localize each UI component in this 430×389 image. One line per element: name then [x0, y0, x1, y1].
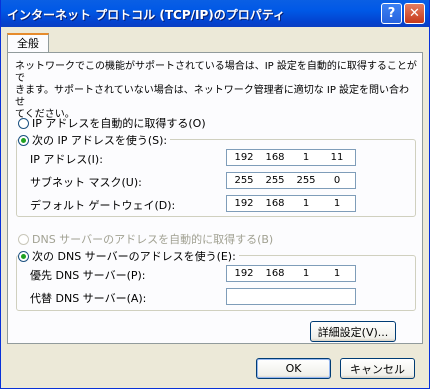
close-button[interactable]: ✕ — [404, 3, 425, 24]
radio-dns-manual-indicator — [18, 250, 29, 262]
alternate-dns-label: 代替 DNS サーバー(A): — [30, 292, 147, 305]
radio-dns-auto-label: DNS サーバーのアドレスを自動的に取得する(B) — [32, 233, 274, 246]
ok-button[interactable]: OK — [256, 358, 331, 379]
radio-dns-manual-label: 次の DNS サーバーのアドレスを使う(E): — [32, 250, 236, 263]
octet: 255 — [234, 175, 254, 186]
octet: 1 — [302, 198, 310, 209]
default-gateway-label: デフォルト ゲートウェイ(D): — [30, 199, 176, 212]
title-bar[interactable]: インターネット プロトコル (TCP/IP)のプロパティ ? ✕ — [1, 0, 429, 27]
octet: 255 — [265, 175, 285, 186]
radio-ip-auto-label: IP アドレスを自動的に取得する(O) — [32, 117, 206, 130]
tab-general[interactable]: 全般 — [7, 33, 49, 53]
octet: 168 — [265, 198, 285, 209]
octet: 192 — [234, 268, 254, 279]
octet: 1 — [333, 198, 341, 209]
subnet-mask-input[interactable]: 255 255 255 0 — [226, 172, 356, 189]
ip-address-input[interactable]: 192 168 1 11 — [226, 149, 356, 166]
advanced-button[interactable]: 詳細設定(V)... — [310, 321, 396, 342]
radio-dns-auto[interactable]: DNS サーバーのアドレスを自動的に取得する(B) — [18, 231, 273, 247]
octet: 0 — [333, 175, 341, 186]
description-text: ネットワークでこの機能がサポートされている場合は、IP 設定を自動的に取得するこ… — [15, 61, 417, 120]
radio-dns-auto-indicator — [18, 233, 29, 245]
subnet-mask-label: サブネット マスク(U): — [30, 176, 142, 189]
radio-ip-manual-indicator — [18, 134, 29, 146]
radio-ip-manual-label: 次の IP アドレスを使う(S): — [32, 134, 168, 147]
radio-ip-auto[interactable]: IP アドレスを自動的に取得する(O) — [18, 115, 206, 131]
alternate-dns-input[interactable] — [226, 288, 356, 305]
octet: 11 — [330, 152, 344, 163]
octet: 168 — [265, 152, 285, 163]
preferred-dns-label: 優先 DNS サーバー(P): — [30, 269, 146, 282]
octet: 255 — [296, 175, 316, 186]
radio-dns-manual[interactable]: 次の DNS サーバーのアドレスを使う(E): — [18, 248, 239, 264]
window-title: インターネット プロトコル (TCP/IP)のプロパティ — [7, 8, 286, 22]
octet: 1 — [302, 268, 310, 279]
octet: 192 — [234, 152, 254, 163]
properties-dialog: インターネット プロトコル (TCP/IP)のプロパティ ? ✕ 全般 ネットワ… — [0, 0, 430, 389]
general-panel: ネットワークでこの機能がサポートされている場合は、IP 設定を自動的に取得するこ… — [7, 52, 423, 344]
octet: 1 — [333, 268, 341, 279]
default-gateway-input[interactable]: 192 168 1 1 — [226, 195, 356, 212]
cancel-button[interactable]: キャンセル — [340, 358, 415, 379]
preferred-dns-input[interactable]: 192 168 1 1 — [226, 265, 356, 282]
radio-ip-manual[interactable]: 次の IP アドレスを使う(S): — [18, 132, 171, 148]
radio-ip-auto-indicator — [18, 117, 29, 129]
octet: 192 — [234, 198, 254, 209]
octet: 168 — [265, 268, 285, 279]
help-button[interactable]: ? — [381, 3, 402, 24]
ip-address-label: IP アドレス(I): — [30, 153, 103, 166]
octet: 1 — [302, 152, 310, 163]
